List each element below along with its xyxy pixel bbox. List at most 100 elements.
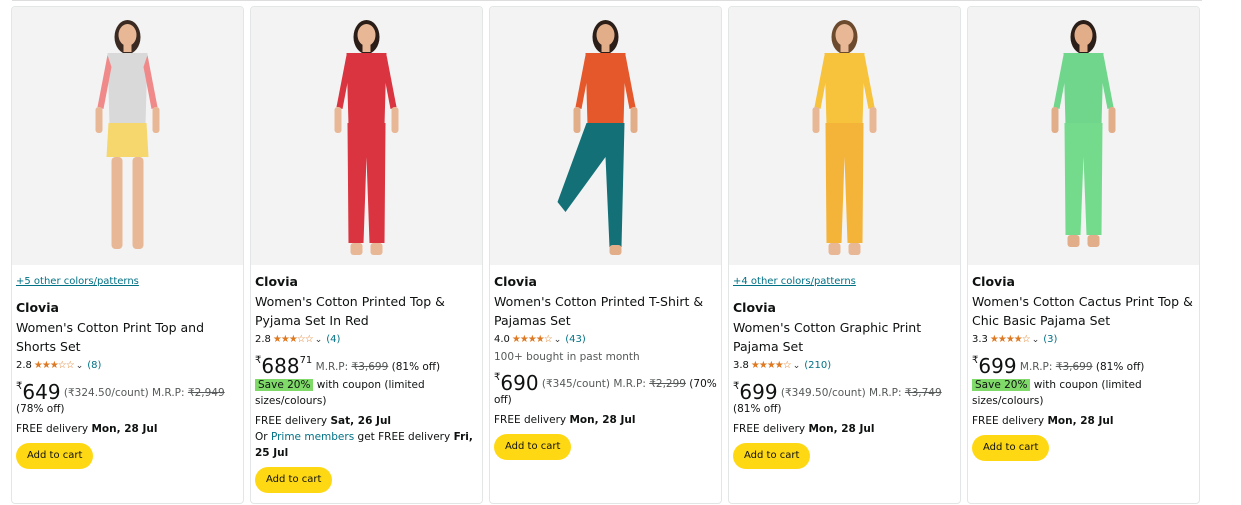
review-count[interactable]: (8) [87, 359, 101, 373]
delivery-label: FREE delivery [16, 423, 89, 435]
bought-count: 100+ bought in past month [494, 351, 640, 363]
rating-value: 2.8 [16, 360, 32, 371]
model-figure [334, 20, 399, 255]
prime-members-link[interactable]: Prime members [271, 431, 354, 443]
coupon-badge: Save 20% [255, 379, 314, 391]
top-divider [0, 0, 1241, 5]
rating-value: 3.3 [972, 334, 988, 345]
product-image[interactable] [12, 7, 243, 265]
other-colors-link[interactable]: +5 other colors/patterns [16, 275, 239, 289]
review-count[interactable]: (210) [804, 359, 831, 373]
add-to-cart-button[interactable]: Add to cart [972, 435, 1050, 461]
chevron-down-icon[interactable]: ⌄ [1032, 333, 1040, 347]
price[interactable]: 699 [978, 354, 1016, 378]
mrp-value: ₹3,749 [904, 387, 942, 399]
coupon-row: Save 20% with coupon (limited sizes/colo… [972, 377, 1195, 409]
product-card: +5 other colors/patterns Clovia Women's … [11, 6, 244, 504]
product-image[interactable] [729, 7, 960, 265]
product-title[interactable]: Women's Cotton Graphic Print Pajama Set [733, 318, 956, 356]
chevron-down-icon[interactable]: ⌄ [793, 359, 801, 373]
brand-name: Clovia [733, 300, 776, 315]
rating-value: 2.8 [255, 334, 271, 345]
product-image[interactable] [968, 7, 1199, 265]
delivery-info: FREE delivery Sat, 26 Jul [255, 413, 478, 429]
coupon-row: Save 20% with coupon (limited sizes/colo… [255, 377, 478, 409]
product-card: Clovia Women's Cotton Printed Top & Pyja… [250, 6, 483, 504]
price-row: ₹699 M.R.P: ₹3,699 (81% off) [972, 353, 1195, 378]
product-image[interactable] [251, 7, 482, 265]
mrp-label: M.R.P: [1019, 361, 1053, 373]
delivery-info: FREE delivery Mon, 28 Jul [16, 421, 239, 437]
unit-price: (₹345/count) [541, 378, 610, 390]
rating-row: 2.8 ★★★☆☆ ⌄ (4) [255, 333, 478, 347]
star-rating-icon[interactable]: ★★★★☆ [512, 333, 553, 347]
discount: (81% off) [733, 403, 782, 415]
delivery-label: FREE delivery [733, 423, 806, 435]
brand-name: Clovia [494, 274, 537, 289]
review-count[interactable]: (3) [1043, 333, 1057, 347]
model-figure [557, 20, 638, 255]
delivery-date: Mon, 28 Jul [91, 423, 158, 435]
product-card: Clovia Women's Cotton Cactus Print Top &… [967, 6, 1200, 504]
add-to-cart-button[interactable]: Add to cart [255, 467, 333, 493]
star-rating-icon[interactable]: ★★★☆☆ [273, 333, 314, 347]
brand-name: Clovia [972, 274, 1015, 289]
rating-row: 2.8 ★★★☆☆ ⌄ (8) [16, 359, 239, 373]
mrp-value: ₹2,299 [649, 378, 686, 390]
price-row: ₹690 (₹345/count) M.R.P: ₹2,299 (70% off… [494, 370, 717, 408]
delivery-date: Sat, 26 Jul [330, 415, 392, 427]
mrp-value: ₹2,949 [187, 387, 225, 399]
delivery-info: FREE delivery Mon, 28 Jul [972, 413, 1195, 429]
rating-value: 3.8 [733, 360, 749, 371]
unit-price: (₹349.50/count) [780, 387, 866, 399]
delivery-date: Mon, 28 Jul [808, 423, 875, 435]
coupon-badge: Save 20% [972, 379, 1031, 391]
mrp-label: M.R.P: [613, 378, 646, 390]
prime-prefix: Or [255, 431, 268, 443]
rating-row: 3.8 ★★★★☆ ⌄ (210) [733, 359, 956, 373]
delivery-label: FREE delivery [494, 414, 567, 426]
review-count[interactable]: (4) [326, 333, 340, 347]
product-grid: +5 other colors/patterns Clovia Women's … [11, 6, 1200, 504]
prime-suffix: get FREE delivery [357, 431, 451, 443]
price[interactable]: 688 [261, 354, 299, 378]
mrp-value: ₹3,699 [1055, 361, 1093, 373]
star-rating-icon[interactable]: ★★★☆☆ [34, 359, 75, 373]
delivery-date: Mon, 28 Jul [1047, 415, 1114, 427]
product-title[interactable]: Women's Cotton Cactus Print Top & Chic B… [972, 292, 1195, 330]
product-image[interactable] [490, 7, 721, 265]
brand-name: Clovia [16, 300, 59, 315]
delivery-date: Mon, 28 Jul [569, 414, 636, 426]
add-to-cart-button[interactable]: Add to cart [16, 443, 94, 469]
add-to-cart-button[interactable]: Add to cart [494, 434, 572, 460]
delivery-info: FREE delivery Mon, 28 Jul [733, 421, 956, 437]
other-colors-link[interactable]: +4 other colors/patterns [733, 275, 956, 289]
model-figure [95, 20, 160, 249]
prime-delivery-info: Or Prime members get FREE delivery Fri, … [255, 429, 478, 461]
product-title[interactable]: Women's Cotton Printed Top & Pyjama Set … [255, 292, 478, 330]
unit-price: (₹324.50/count) [63, 387, 149, 399]
chevron-down-icon[interactable]: ⌄ [554, 333, 562, 347]
delivery-label: FREE delivery [255, 415, 328, 427]
review-count[interactable]: (43) [565, 333, 586, 347]
chevron-down-icon[interactable]: ⌄ [76, 359, 84, 373]
mrp-value: ₹3,699 [351, 361, 389, 373]
mrp-label: M.R.P: [869, 387, 902, 399]
star-rating-icon[interactable]: ★★★★☆ [990, 333, 1031, 347]
delivery-label: FREE delivery [972, 415, 1045, 427]
add-to-cart-button[interactable]: Add to cart [733, 443, 811, 469]
product-title[interactable]: Women's Cotton Printed T-Shirt & Pajamas… [494, 292, 717, 330]
price-row: ₹68871 M.R.P: ₹3,699 (81% off) [255, 353, 478, 378]
price[interactable]: 690 [500, 371, 538, 395]
product-card: +4 other colors/patterns Clovia Women's … [728, 6, 961, 504]
delivery-info: FREE delivery Mon, 28 Jul [494, 412, 717, 428]
price-fraction: 71 [299, 355, 313, 366]
product-title[interactable]: Women's Cotton Print Top and Shorts Set [16, 318, 239, 356]
discount: (81% off) [1095, 361, 1145, 373]
brand-name: Clovia [255, 274, 298, 289]
price-row: ₹699 (₹349.50/count) M.R.P: ₹3,749 (81% … [733, 379, 956, 417]
star-rating-icon[interactable]: ★★★★☆ [751, 359, 792, 373]
rating-row: 4.0 ★★★★☆ ⌄ (43) [494, 333, 717, 347]
price-row: ₹649 (₹324.50/count) M.R.P: ₹2,949 (78% … [16, 379, 239, 417]
chevron-down-icon[interactable]: ⌄ [315, 333, 323, 347]
